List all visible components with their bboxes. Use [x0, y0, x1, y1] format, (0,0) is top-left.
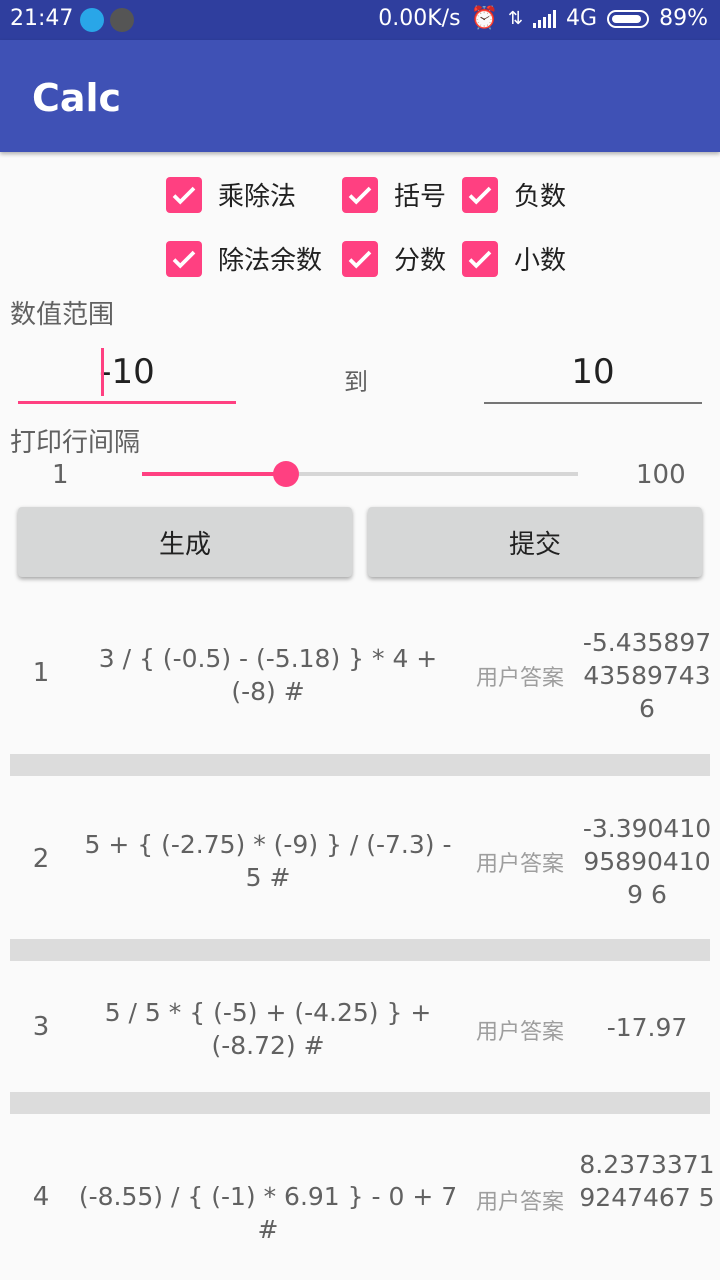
user-answer-input[interactable]: 用户答案 — [470, 1014, 570, 1046]
alarm-icon: ⏰ — [470, 6, 498, 31]
battery-icon — [607, 9, 650, 28]
problem-row: 1 3 / { (-0.5) - (-5.18) } * 4 + (-8) # … — [10, 626, 711, 726]
user-answer-input[interactable]: 用户答案 — [470, 660, 570, 692]
problem-number: 2 — [32, 844, 50, 874]
checkbox-fraction[interactable]: 分数 — [342, 240, 446, 277]
problem-row: 2 5 + { (-2.75) * (-9) } / (-7.3) - 5 # … — [10, 812, 711, 912]
slider-fill — [142, 472, 286, 476]
app-title: Calc — [32, 76, 122, 120]
search-app-icon — [80, 8, 104, 32]
problem-result: -5.43589743589743 6 — [582, 628, 712, 723]
check-icon — [342, 240, 378, 277]
user-answer-input[interactable]: 用户答案 — [470, 846, 570, 878]
checkbox-multiply-divide[interactable]: 乘除法 — [166, 176, 296, 213]
checkbox-label: 乘除法 — [218, 182, 297, 212]
slider-thumb[interactable] — [272, 461, 299, 487]
checkbox-label: 小数 — [514, 246, 567, 276]
row-divider — [10, 939, 710, 961]
checkbox-label: 除法余数 — [218, 246, 323, 276]
app-bar: Calc — [0, 40, 720, 152]
problem-number: 4 — [32, 1182, 50, 1212]
problem-expression: 3 / { (-0.5) - (-5.18) } * 4 + (-8) # — [98, 644, 438, 706]
range-from-value: -10 — [99, 352, 155, 392]
tiktok-icon — [110, 8, 134, 32]
problem-result: -3.390410958904109 6 — [582, 814, 712, 909]
check-icon — [166, 176, 202, 213]
range-to-value: 10 — [571, 352, 615, 392]
problem-expression: (-8.55) / { (-1) * 6.91 } - 0 + 7 # — [78, 1182, 458, 1244]
network-type: 4G — [566, 6, 598, 31]
spacing-slider[interactable] — [142, 461, 578, 487]
status-time: 21:47 — [10, 6, 74, 31]
range-from-input[interactable]: -10 — [18, 340, 236, 404]
range-to-label: 到 — [344, 368, 368, 396]
check-icon — [462, 176, 498, 213]
checkbox-label: 负数 — [514, 182, 567, 212]
check-icon — [462, 240, 498, 277]
data-icon: ⇅ — [507, 8, 524, 29]
slider-max-label: 100 — [636, 460, 686, 490]
status-bar: 21:47 0.00K/s ⏰ ⇅ 4G 89% — [0, 0, 720, 40]
range-label: 数值范围 — [10, 300, 115, 330]
text-caret — [101, 348, 104, 396]
battery-level: 89% — [659, 6, 708, 31]
slider-min-label: 1 — [52, 460, 69, 490]
problem-result: 8.23733719247467 5 — [579, 1150, 715, 1212]
problem-number: 3 — [32, 1012, 50, 1042]
generate-button[interactable]: 生成 — [18, 507, 352, 577]
problem-number: 1 — [32, 658, 50, 688]
check-icon — [166, 240, 202, 277]
check-icon — [342, 176, 378, 213]
row-divider — [10, 754, 710, 776]
range-to-input[interactable]: 10 — [484, 340, 702, 404]
checkbox-label: 括号 — [394, 182, 447, 212]
row-divider — [10, 1092, 710, 1114]
submit-button[interactable]: 提交 — [368, 507, 702, 577]
problem-expression: 5 + { (-2.75) * (-9) } / (-7.3) - 5 # — [84, 830, 452, 892]
spacing-label: 打印行间隔 — [10, 428, 141, 458]
problem-result: -17.97 — [606, 1013, 688, 1042]
network-speed: 0.00K/s — [378, 6, 461, 31]
problem-row: 3 5 / 5 * { (-5) + (-4.25) } + (-8.72) #… — [10, 994, 710, 1064]
checkbox-label: 分数 — [394, 246, 447, 276]
checkbox-decimal[interactable]: 小数 — [462, 240, 566, 277]
checkbox-parentheses[interactable]: 括号 — [342, 176, 446, 213]
problem-row: 4 (-8.55) / { (-1) * 6.91 } - 0 + 7 # 用户… — [10, 1148, 715, 1248]
user-answer-input[interactable]: 用户答案 — [470, 1184, 570, 1216]
problem-expression: 5 / 5 * { (-5) + (-4.25) } + (-8.72) # — [104, 998, 432, 1060]
signal-icon — [533, 9, 557, 28]
checkbox-negative[interactable]: 负数 — [462, 176, 566, 213]
checkbox-remainder[interactable]: 除法余数 — [166, 240, 322, 277]
